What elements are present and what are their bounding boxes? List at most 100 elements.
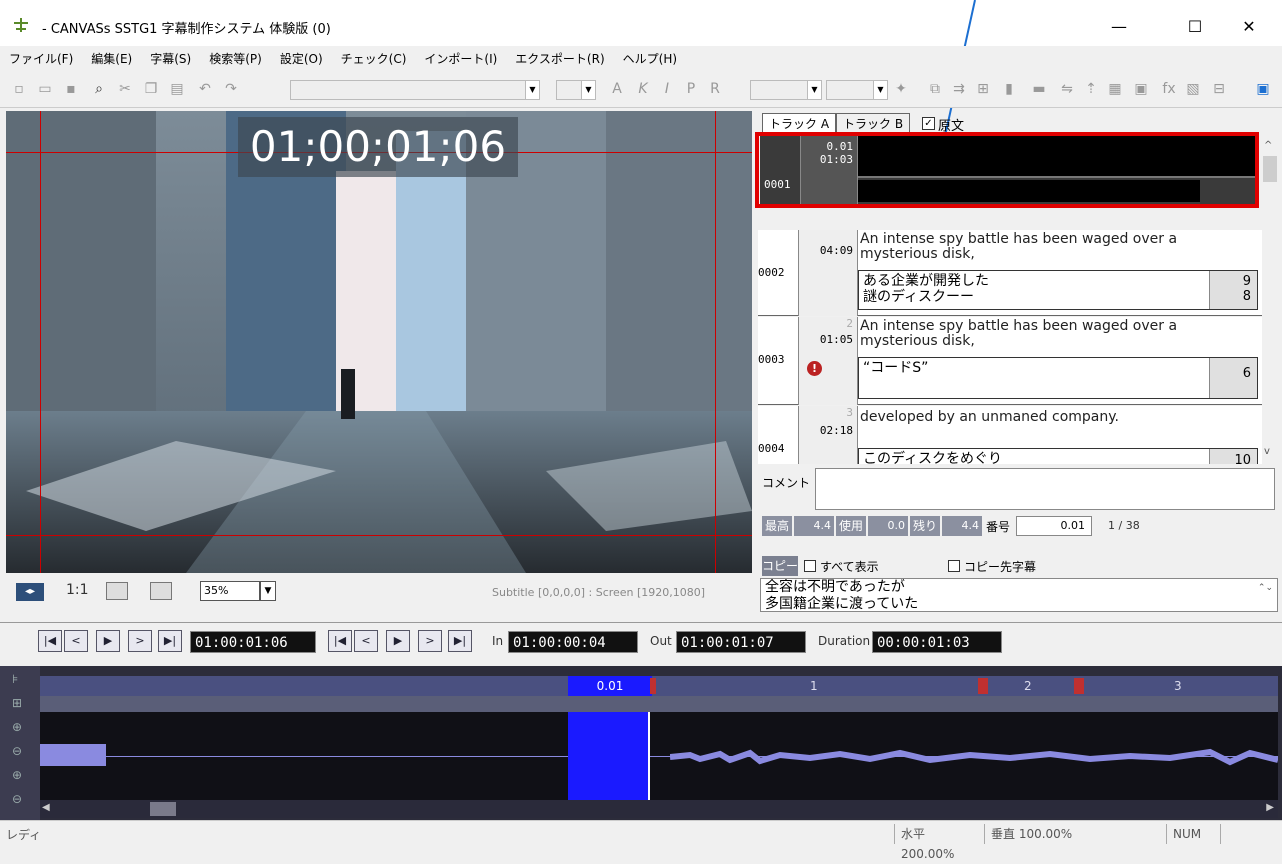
panel-icon[interactable]: ▣ <box>1254 80 1272 98</box>
menu-help[interactable]: ヘルプ(H) <box>614 46 686 72</box>
source-text[interactable]: An intense spy battle has been waged ove… <box>860 232 1200 262</box>
timeline-segment[interactable]: 1 <box>810 676 818 696</box>
translation-box[interactable]: “コードS” 6 <box>858 357 1258 399</box>
segment-marker[interactable] <box>650 678 656 694</box>
menu-export[interactable]: エクスポート(R) <box>506 46 613 72</box>
translation-box[interactable]: このディスクをめぐり 10 <box>858 448 1258 464</box>
font-style-icon[interactable]: A <box>608 80 626 98</box>
zoom-select[interactable]: 35% <box>200 581 260 601</box>
zoom-fit-icon[interactable]: ⊕ <box>12 768 22 782</box>
translation-text[interactable]: “コードS” <box>863 360 928 376</box>
timeline-scrollbar[interactable]: ◀ ▶ <box>40 800 1278 818</box>
scroll-up-icon[interactable]: ^ <box>1264 140 1272 151</box>
tool-d-icon[interactable]: ▣ <box>1132 80 1150 98</box>
subtitle-row[interactable]: 0004 3 02:18 developed by an unmaned com… <box>758 406 1263 464</box>
out-timecode[interactable]: 01:00:01:07 <box>676 631 806 653</box>
step-forward-button[interactable]: > <box>128 630 152 652</box>
zoom-in-icon[interactable]: ⊕ <box>12 720 22 734</box>
play-button[interactable]: ▶ <box>96 630 120 652</box>
scroll-thumb[interactable] <box>150 802 176 816</box>
go-end-button[interactable]: ▶| <box>158 630 182 652</box>
split-icon[interactable]: ⧉ <box>926 80 944 98</box>
in-back-button[interactable]: < <box>354 630 378 652</box>
tab-track-a[interactable]: トラック A <box>762 113 837 133</box>
subtitle-row[interactable]: 0002 04:09 An intense spy battle has bee… <box>758 230 1263 316</box>
tool-b-icon[interactable]: ⇡ <box>1082 80 1100 98</box>
italic-icon[interactable]: I <box>658 80 676 98</box>
translation-text[interactable]: ある企業が開発した 謎のディスクーー <box>863 273 989 305</box>
video-preview[interactable] <box>6 111 752 573</box>
undo-icon[interactable]: ↶ <box>196 80 214 98</box>
fit-icon[interactable]: ◂▸ <box>16 583 44 601</box>
menu-settings[interactable]: 設定(O) <box>271 46 332 72</box>
menu-subtitle[interactable]: 字幕(S) <box>141 46 200 72</box>
tool-c-icon[interactable]: ▦ <box>1106 80 1124 98</box>
maximize-button[interactable]: ☐ <box>1172 10 1218 44</box>
menu-search[interactable]: 検索等(P) <box>200 46 271 72</box>
waveform-selection[interactable] <box>568 712 650 800</box>
subtitle-row[interactable]: 0003 2 01:05 ! An intense spy battle has… <box>758 317 1263 405</box>
current-timecode[interactable]: 01:00:01:06 <box>190 631 316 653</box>
scroll-down-icon[interactable]: v <box>1264 446 1270 457</box>
tool-a-icon[interactable]: ⇋ <box>1058 80 1076 98</box>
copy-button[interactable]: コピー <box>762 556 798 576</box>
timeline[interactable]: ⊧ ⊞ ⊕ ⊖ ⊕ ⊖ 0.01 1 2 3 ◀ ▶ <box>0 666 1282 820</box>
step-back-button[interactable]: < <box>64 630 88 652</box>
zoom-out-icon[interactable]: ⊖ <box>12 744 22 758</box>
go-start-button[interactable]: |◀ <box>38 630 62 652</box>
search-icon[interactable]: ⌕ <box>90 80 108 98</box>
warning-icon[interactable]: ! <box>807 361 822 376</box>
paste-icon[interactable]: ▤ <box>168 80 186 98</box>
marker-icon[interactable]: ▮ <box>1000 80 1018 98</box>
in-timecode[interactable]: 01:00:00:04 <box>508 631 638 653</box>
effect-icon[interactable]: ✦ <box>892 80 910 98</box>
scale-label[interactable]: 1:1 <box>66 582 89 598</box>
segment-marker[interactable] <box>1074 678 1084 694</box>
timeline-segment-selected[interactable]: 0.01 <box>568 676 652 696</box>
comment-field[interactable] <box>815 468 1275 510</box>
new-file-icon[interactable]: ▫ <box>10 80 28 98</box>
source-text[interactable]: developed by an unmaned company. <box>860 410 1200 425</box>
source-text[interactable]: An intense spy battle has been waged ove… <box>860 319 1200 349</box>
capture-all-icon[interactable] <box>150 582 172 600</box>
chevron-down-icon[interactable]: ▼ <box>260 581 276 601</box>
font-select[interactable]: ▼ <box>290 80 540 100</box>
subtitle-list-scrollbar[interactable]: ^ v <box>1262 138 1278 464</box>
number-field[interactable]: 0.01 <box>1016 516 1092 536</box>
subtitle-track[interactable] <box>40 676 1278 696</box>
scroll-left-icon[interactable]: ◀ <box>42 802 50 813</box>
copy-scroll-icon[interactable]: ⌃⌄ <box>1258 583 1273 593</box>
menu-check[interactable]: チェック(C) <box>332 46 416 72</box>
ruby-icon[interactable]: P <box>682 80 700 98</box>
insert-icon[interactable]: ⊞ <box>974 80 992 98</box>
close-button[interactable]: ✕ <box>1226 10 1272 44</box>
waveform-area[interactable] <box>40 712 1278 800</box>
merge-icon[interactable]: ⇉ <box>950 80 968 98</box>
kerning-icon[interactable]: K <box>634 80 652 98</box>
playhead[interactable] <box>648 712 650 800</box>
redo-icon[interactable]: ↷ <box>222 80 240 98</box>
save-icon[interactable]: ▪ <box>62 80 80 98</box>
timeline-segment[interactable]: 2 <box>1024 676 1032 696</box>
tool-e-icon[interactable]: ▧ <box>1184 80 1202 98</box>
menu-edit[interactable]: 編集(E) <box>82 46 141 72</box>
open-folder-icon[interactable]: ▭ <box>36 80 54 98</box>
timeline-segment[interactable]: 3 <box>1174 676 1182 696</box>
center-tool-icon[interactable]: ⊞ <box>12 696 22 710</box>
segment-marker[interactable] <box>978 678 988 694</box>
in-start-button[interactable]: |◀ <box>328 630 352 652</box>
translation-text[interactable]: このディスクをめぐり <box>863 451 1002 464</box>
size-select[interactable]: ▼ <box>556 80 596 100</box>
tool-f-icon[interactable]: ⊟ <box>1210 80 1228 98</box>
copy-text-area[interactable]: 全容は不明であったが 多国籍企業に渡っていた ⌃⌄ <box>760 578 1278 612</box>
capture-icon[interactable] <box>106 582 128 600</box>
menu-import[interactable]: インポート(I) <box>415 46 506 72</box>
line-icon[interactable]: ▬ <box>1030 80 1048 98</box>
in-play-button[interactable]: ▶ <box>386 630 410 652</box>
translation-box[interactable]: ある企業が開発した 謎のディスクーー 9 8 <box>858 270 1258 310</box>
zoom-reset-icon[interactable]: ⊖ <box>12 792 22 806</box>
color-select[interactable]: ▼ <box>750 80 822 100</box>
in-forward-button[interactable]: > <box>418 630 442 652</box>
scroll-thumb[interactable] <box>1263 156 1277 182</box>
tab-track-b[interactable]: トラック B <box>836 113 911 133</box>
